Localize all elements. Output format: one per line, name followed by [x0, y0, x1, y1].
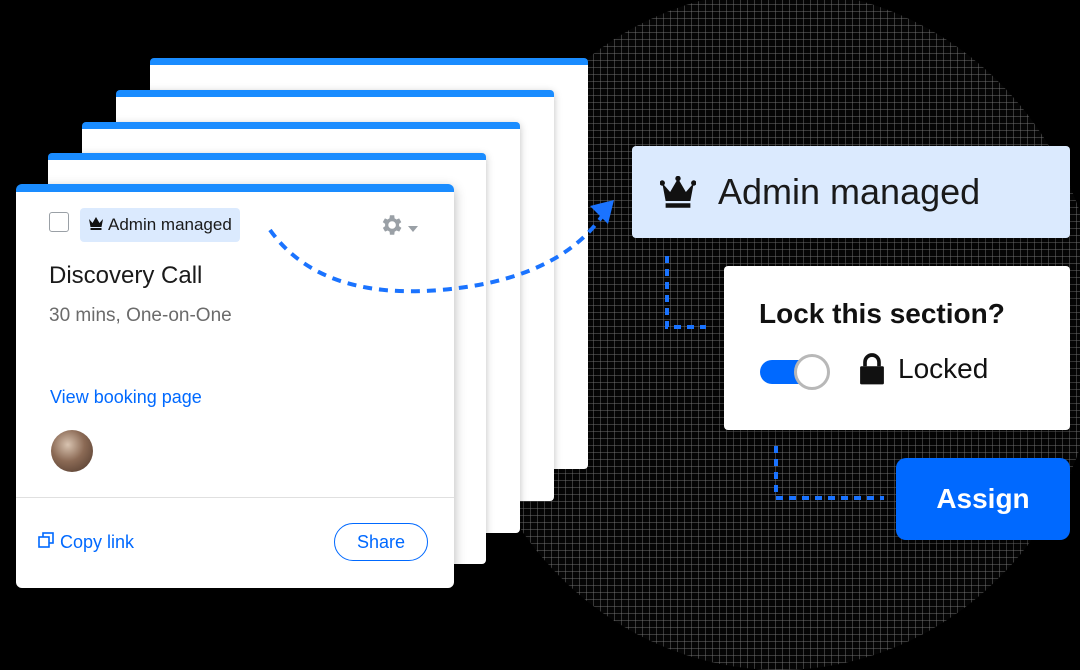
arrow-head	[590, 200, 614, 224]
elbow-connector-top	[665, 256, 706, 329]
lock-icon	[858, 352, 886, 386]
toggle-knob	[794, 354, 830, 390]
lock-state-label: Locked	[898, 353, 989, 384]
admin-managed-callout: Admin managed	[632, 146, 1070, 238]
lock-state: Locked	[858, 352, 988, 386]
lock-section-panel: Lock this section? Locked	[724, 266, 1070, 430]
admin-callout-label: Admin managed	[718, 171, 981, 212]
assign-button[interactable]: Assign	[896, 458, 1070, 540]
lock-toggle[interactable]	[760, 354, 830, 390]
curved-arrow-connector	[268, 210, 607, 294]
lock-question: Lock this section?	[759, 298, 1005, 329]
crown-icon	[660, 176, 696, 208]
elbow-connector-bottom	[774, 446, 884, 500]
